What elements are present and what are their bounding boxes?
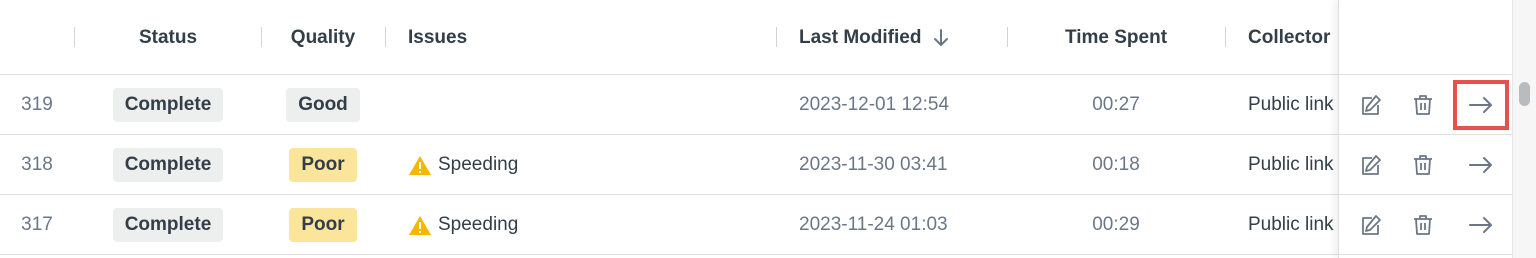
collector-cell: Public link [1248, 214, 1334, 235]
column-divider [1225, 27, 1226, 47]
status-cell: Complete [76, 135, 260, 195]
arrow-right-icon[interactable] [1453, 80, 1509, 130]
last-modified-cell: 2023-11-30 03:41 [799, 154, 948, 175]
table-row[interactable]: 318 Complete Poor Speeding 2023-11-30 03… [0, 135, 1512, 195]
issue-label: Speeding [438, 214, 519, 235]
issues-cell: Speeding [408, 135, 768, 195]
trash-icon[interactable] [1401, 203, 1445, 247]
warning-icon [409, 215, 431, 235]
vertical-scrollbar[interactable] [1512, 0, 1536, 258]
arrow-down-icon[interactable] [933, 28, 949, 48]
time-spent-cell: 00:18 [1092, 154, 1140, 175]
time-spent-cell: 00:27 [1092, 94, 1140, 115]
table-row[interactable]: 317 Complete Poor Speeding 2023-11-24 01… [0, 195, 1512, 255]
status-badge: Complete [112, 208, 224, 242]
issues-cell: Speeding [408, 195, 768, 255]
header-issues[interactable]: Issues [408, 0, 768, 75]
row-id: 318 [21, 154, 53, 175]
header-last-modified[interactable]: Last Modified [799, 0, 999, 75]
issue-warning: Speeding [408, 154, 518, 176]
time-spent-cell: 00:29 [1092, 214, 1140, 235]
header-time-spent[interactable]: Time Spent [1008, 0, 1224, 75]
collector-cell: Public link [1248, 154, 1334, 175]
header-status[interactable]: Status [76, 0, 260, 75]
status-cell: Complete [76, 195, 260, 255]
table-header: Status Quality Issues Last Modified Time… [0, 0, 1512, 75]
header-collector[interactable]: Collector [1248, 0, 1338, 75]
quality-badge: Poor [289, 148, 357, 182]
row-actions-column [1338, 0, 1512, 258]
collector-cell: Public link [1248, 94, 1334, 115]
row-id: 317 [21, 214, 53, 235]
table-row[interactable]: 319 Complete Good 2023-12-01 12:54 00:27… [0, 75, 1512, 135]
row-id: 319 [21, 94, 53, 115]
trash-icon[interactable] [1401, 143, 1445, 187]
issue-warning: Speeding [408, 214, 518, 236]
quality-badge: Poor [289, 208, 357, 242]
status-cell: Complete [76, 75, 260, 135]
edit-icon[interactable] [1349, 83, 1393, 127]
scrollbar-thumb[interactable] [1519, 82, 1530, 106]
column-divider [74, 27, 75, 47]
column-divider [776, 27, 777, 47]
last-modified-cell: 2023-11-24 01:03 [799, 214, 948, 235]
quality-cell: Good [262, 75, 384, 135]
quality-cell: Poor [262, 135, 384, 195]
issues-cell [408, 75, 768, 135]
quality-badge: Good [286, 88, 360, 122]
issue-label: Speeding [438, 154, 519, 175]
warning-icon [409, 155, 431, 175]
status-badge: Complete [112, 148, 224, 182]
edit-icon[interactable] [1349, 143, 1393, 187]
column-divider [385, 27, 386, 47]
arrow-right-icon[interactable] [1459, 203, 1503, 247]
status-badge: Complete [112, 88, 224, 122]
quality-cell: Poor [262, 195, 384, 255]
last-modified-cell: 2023-12-01 12:54 [799, 94, 950, 115]
edit-icon[interactable] [1349, 203, 1393, 247]
header-quality[interactable]: Quality [262, 0, 384, 75]
trash-icon[interactable] [1401, 83, 1445, 127]
arrow-right-icon[interactable] [1459, 143, 1503, 187]
responses-table: Status Quality Issues Last Modified Time… [0, 0, 1536, 258]
header-last-modified-label: Last Modified [799, 26, 922, 48]
